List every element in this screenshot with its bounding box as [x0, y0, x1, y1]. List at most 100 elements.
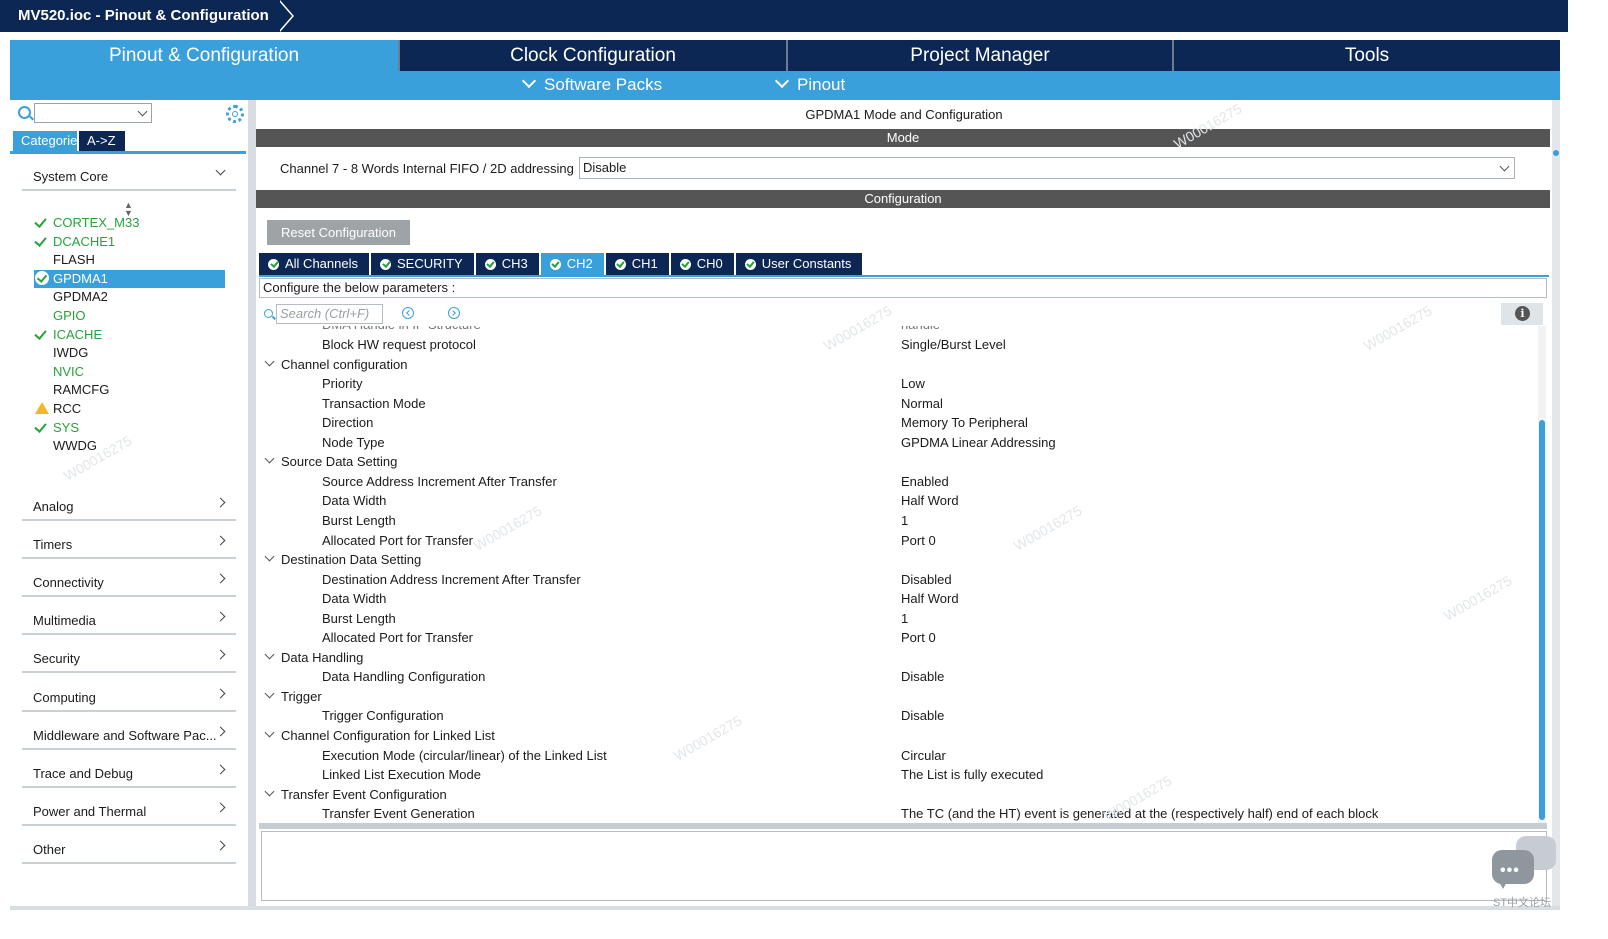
chevron-down-icon[interactable] [264, 786, 275, 797]
parameter-value: Normal [901, 395, 943, 411]
sidebar-splitter[interactable] [248, 100, 256, 906]
parameter-row[interactable]: Priority Low [259, 375, 1535, 394]
config-tab[interactable]: CH0 [670, 253, 734, 275]
parameter-group[interactable]: Channel configuration [259, 356, 1535, 375]
parameter-value: Disabled [901, 571, 952, 587]
parameter-row[interactable]: Execution Mode (circular/linear) of the … [259, 747, 1535, 766]
category-item[interactable]: Other [22, 838, 236, 864]
category-item[interactable]: Multimedia [22, 609, 236, 636]
info-button[interactable]: i [1501, 303, 1543, 325]
pinout-menu[interactable]: Pinout [774, 73, 845, 95]
horizontal-scrollbar[interactable] [259, 823, 1547, 829]
peripheral-item[interactable]: CORTEX_M33 [34, 214, 225, 232]
peripheral-item[interactable]: WWDG [34, 437, 225, 455]
tab-clock-configuration[interactable]: Clock Configuration [398, 40, 786, 71]
peripheral-item[interactable]: SYS [34, 419, 225, 437]
category-item[interactable]: Trace and Debug [22, 762, 236, 788]
peripheral-item[interactable]: GPDMA1 [34, 269, 225, 288]
peripheral-label: RAMCFG [53, 382, 110, 398]
config-tab[interactable]: CH3 [475, 253, 539, 275]
category-label: Power and Thermal [33, 803, 147, 819]
tab-categories[interactable]: Categories [13, 131, 84, 151]
next-match-icon[interactable] [448, 307, 460, 319]
config-tab[interactable]: All Channels [259, 253, 369, 275]
category-item[interactable]: Security [22, 647, 236, 674]
category-item[interactable]: Timers [22, 533, 236, 560]
parameter-name: Block HW request protocol [322, 337, 476, 352]
parameter-row[interactable]: Transaction Mode Normal [259, 395, 1535, 414]
parameter-group[interactable]: Transfer Event Configuration [259, 786, 1535, 805]
parameter-row[interactable]: Data Width Half Word [259, 590, 1535, 609]
config-tab[interactable]: SECURITY [371, 253, 474, 275]
tab-tools[interactable]: Tools [1172, 40, 1560, 71]
parameter-group[interactable]: Source Data Setting [259, 453, 1535, 472]
parameter-row[interactable]: Allocated Port for Transfer Port 0 [259, 629, 1535, 648]
config-tab[interactable]: User Constants [735, 253, 863, 275]
channel-mode-select[interactable]: Disable [579, 157, 1515, 179]
sidebar: Categories A->Z System Core ▲ ▼ CORTEX_M3… [10, 100, 248, 906]
right-scroll-edge[interactable] [1552, 100, 1560, 906]
config-tab[interactable]: CH2 [540, 253, 604, 275]
peripheral-item[interactable]: RAMCFG [34, 381, 225, 399]
vertical-scrollbar[interactable] [1538, 326, 1546, 823]
tab-a-z[interactable]: A->Z [79, 131, 125, 151]
parameter-name: Data Handling [281, 649, 364, 665]
peripheral-item[interactable]: IWDG [34, 344, 225, 362]
parameter-row[interactable]: DMA Handle in IP Structure handle [259, 326, 1535, 335]
category-system-core[interactable]: System Core [22, 165, 236, 191]
parameter-row[interactable]: Direction Memory To Peripheral [259, 414, 1535, 433]
parameter-row[interactable]: Data Width Half Word [259, 492, 1535, 511]
parameter-row[interactable]: Block HW request protocol Single/Burst Le… [259, 336, 1535, 355]
gear-icon[interactable] [226, 105, 244, 123]
parameter-row[interactable]: Destination Address Increment After Tran… [259, 571, 1535, 590]
peripheral-item[interactable]: DCACHE1 [34, 233, 225, 251]
parameter-value: Half Word [901, 493, 959, 509]
category-item[interactable]: Analog [22, 495, 236, 521]
software-packs-menu[interactable]: Software Packs [521, 73, 662, 95]
category-item[interactable]: Connectivity [22, 571, 236, 598]
chat-icon[interactable]: ••• [1490, 836, 1556, 902]
peripheral-label: GPDMA2 [53, 289, 108, 305]
peripheral-item[interactable]: GPIO [34, 307, 225, 325]
sidebar-search-combo[interactable] [34, 103, 152, 123]
chevron-down-icon[interactable] [264, 356, 275, 366]
category-item[interactable]: Middleware and Software Pac... [22, 724, 236, 750]
parameter-row[interactable]: Transfer Event Generation The TC (and the… [259, 805, 1535, 823]
chevron-down-icon[interactable] [264, 688, 275, 699]
parameter-value: The List is fully executed [901, 767, 1044, 783]
config-tab[interactable]: CH1 [605, 253, 669, 275]
peripheral-item[interactable]: RCC [34, 400, 225, 418]
chevron-down-icon[interactable] [264, 551, 275, 562]
peripheral-item[interactable]: FLASH [34, 251, 225, 269]
parameter-group[interactable]: Channel Configuration for Linked List [259, 727, 1535, 746]
chevron-down-icon[interactable] [264, 453, 275, 464]
peripheral-item[interactable]: NVIC [34, 363, 225, 381]
chevron-down-icon[interactable] [264, 727, 275, 738]
chat-dots: ••• [1500, 862, 1520, 879]
category-item[interactable]: Power and Thermal [22, 800, 236, 826]
parameter-row[interactable]: Node Type GPDMA Linear Addressing [259, 434, 1535, 453]
tab-pinout-configuration[interactable]: Pinout & Configuration [10, 40, 398, 71]
previous-match-icon[interactable] [402, 307, 414, 319]
parameter-value: Disable [901, 708, 945, 724]
parameter-row[interactable]: Trigger Configuration Disable [259, 707, 1535, 726]
chevron-down-icon[interactable] [264, 649, 275, 660]
check-circle-icon [744, 258, 756, 270]
peripheral-label: CORTEX_M33 [53, 215, 140, 230]
parameter-row[interactable]: Burst Length 1 [259, 610, 1535, 629]
category-item[interactable]: Computing [22, 686, 236, 712]
param-search-input[interactable]: Search (Ctrl+F) [276, 304, 383, 324]
parameter-row[interactable]: Data Handling Configuration Disable [259, 668, 1535, 687]
parameter-row[interactable]: Source Address Increment After Transfer E… [259, 473, 1535, 492]
peripheral-item[interactable]: ICACHE [34, 326, 225, 344]
parameter-group[interactable]: Destination Data Setting [259, 551, 1535, 570]
tab-project-manager[interactable]: Project Manager [786, 40, 1172, 71]
parameter-row[interactable]: Allocated Port for Transfer Port 0 [259, 532, 1535, 551]
parameter-row[interactable]: Burst Length 1 [259, 512, 1535, 531]
peripheral-item[interactable]: GPDMA2 [34, 288, 225, 306]
parameter-group[interactable]: Data Handling [259, 649, 1535, 668]
scrollbar-thumb[interactable] [1539, 420, 1545, 820]
reset-configuration-button[interactable]: Reset Configuration [267, 220, 410, 245]
parameter-row[interactable]: Linked List Execution Mode The List is fu… [259, 766, 1535, 785]
parameter-group[interactable]: Trigger [259, 688, 1535, 707]
